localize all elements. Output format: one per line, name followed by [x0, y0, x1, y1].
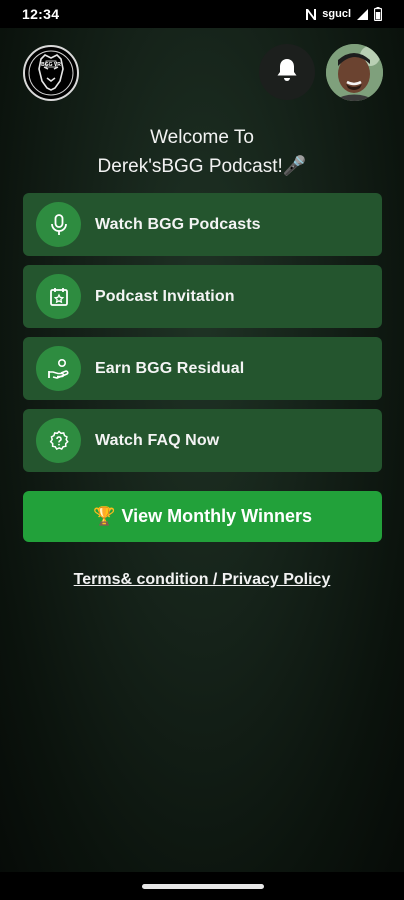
- welcome-line-1: Welcome To: [150, 127, 254, 148]
- privacy-policy-link[interactable]: Privacy Policy: [222, 571, 331, 588]
- view-monthly-winners-button[interactable]: 🏆 View Monthly Winners: [23, 491, 382, 542]
- legal-links: Terms& condition / Privacy Policy: [0, 571, 404, 589]
- battery-icon: [374, 7, 382, 21]
- menu-item-faq[interactable]: Watch FAQ Now: [23, 409, 382, 472]
- menu-item-label: Podcast Invitation: [95, 287, 235, 305]
- lion-crest-logo-icon[interactable]: BGG VR: [23, 45, 79, 101]
- menu-item-label: Watch BGG Podcasts: [95, 215, 261, 233]
- calendar-star-icon: [36, 274, 81, 319]
- status-bar: 12:34 sgucl: [0, 0, 404, 28]
- hand-coins-icon: [36, 346, 81, 391]
- menu-item-label: Watch FAQ Now: [95, 431, 220, 449]
- nfc-icon: [305, 8, 317, 21]
- legal-separator: /: [208, 571, 222, 588]
- carrier-label: sgucl: [322, 8, 351, 20]
- bell-icon: [275, 57, 299, 88]
- profile-avatar[interactable]: [326, 44, 383, 101]
- status-icons: sgucl: [305, 7, 382, 21]
- signal-icon: [356, 8, 369, 21]
- question-gear-icon: [36, 418, 81, 463]
- menu-item-podcast-invitation[interactable]: Podcast Invitation: [23, 265, 382, 328]
- winners-button-label: View Monthly Winners: [121, 506, 312, 526]
- status-time: 12:34: [22, 6, 60, 22]
- microphone-icon: [36, 202, 81, 247]
- logo-text: BGG VR: [41, 62, 61, 68]
- menu-item-earn-residual[interactable]: Earn BGG Residual: [23, 337, 382, 400]
- menu-item-label: Earn BGG Residual: [95, 359, 245, 377]
- trophy-icon: 🏆: [93, 506, 116, 526]
- terms-link[interactable]: Terms& condition: [74, 571, 209, 588]
- app-screen: 12:34 sgucl BGG VR Welcome To Derek'sBGG…: [0, 0, 404, 900]
- welcome-heading: Welcome To Derek'sBGG Podcast!🎤: [0, 123, 404, 181]
- home-indicator[interactable]: [142, 884, 264, 889]
- notifications-button[interactable]: [259, 44, 315, 100]
- menu-item-watch-podcasts[interactable]: Watch BGG Podcasts: [23, 193, 382, 256]
- welcome-line-2: Derek'sBGG Podcast!🎤: [97, 156, 307, 177]
